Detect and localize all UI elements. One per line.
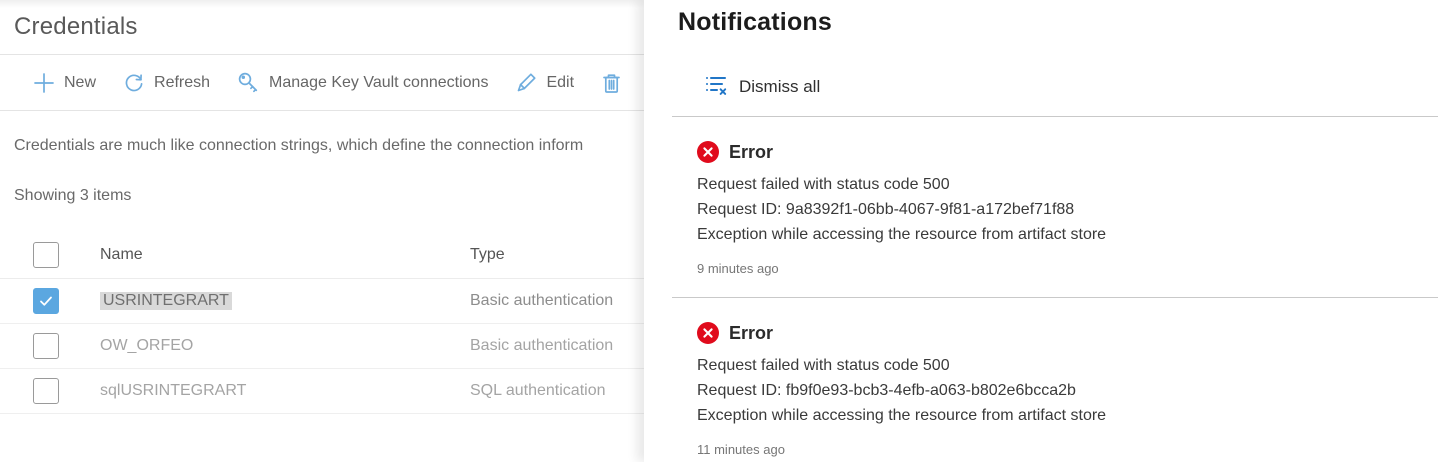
notification-line: Request ID: fb9f0e93-bcb3-4efb-a063-b802… <box>697 382 1076 399</box>
notifications-panel: Notifications Dismiss all Error Request … <box>644 0 1438 462</box>
notification-line: Request ID: 9a8392f1-06bb-4067-9f81-a172… <box>697 201 1075 218</box>
row-checkbox[interactable] <box>33 288 59 314</box>
edit-button[interactable]: Edit <box>515 72 574 94</box>
credential-name: USRINTEGRART <box>100 292 470 310</box>
new-button-label: New <box>64 73 97 91</box>
notification-line: Exception while accessing the resource f… <box>697 407 1107 424</box>
notification-timestamp: 9 minutes ago <box>697 261 779 276</box>
screen: Credentials New Refresh Manage Key Vault… <box>0 0 1438 462</box>
items-count-text: Showing 3 items <box>14 187 132 204</box>
credential-type: SQL authentication <box>470 382 606 399</box>
dismiss-all-icon <box>705 73 728 101</box>
notification-line: Request failed with status code 500 <box>697 176 950 193</box>
delete-button[interactable] <box>601 72 622 94</box>
key-icon <box>237 71 260 94</box>
plus-icon <box>33 72 55 94</box>
notifications-title: Notifications <box>678 8 832 36</box>
manage-key-vault-button[interactable]: Manage Key Vault connections <box>237 71 488 94</box>
new-button[interactable]: New <box>33 72 96 94</box>
notification-item: Error Request failed with status code 50… <box>644 298 1438 457</box>
pencil-icon <box>515 72 537 94</box>
notification-severity: Error <box>729 322 774 343</box>
notification-timestamp: 11 minutes ago <box>697 442 785 457</box>
table-row[interactable]: USRINTEGRART Basic authentication <box>0 279 645 324</box>
credential-type: Basic authentication <box>470 292 614 309</box>
notification-body: Request failed with status code 500 Requ… <box>697 353 1418 428</box>
error-icon <box>697 322 719 344</box>
dismiss-all-label: Dismiss all <box>739 77 821 96</box>
notification-body: Request failed with status code 500 Requ… <box>697 172 1418 247</box>
refresh-icon <box>123 72 145 94</box>
notification-item: Error Request failed with status code 50… <box>644 117 1438 276</box>
select-all-checkbox[interactable] <box>33 242 59 268</box>
credentials-panel: Credentials New Refresh Manage Key Vault… <box>0 0 645 462</box>
column-header-name: Name <box>100 246 143 263</box>
manage-key-vault-label: Manage Key Vault connections <box>269 73 489 91</box>
dismiss-all-button[interactable]: Dismiss all <box>705 73 1438 101</box>
credentials-toolbar: New Refresh Manage Key Vault connections… <box>0 55 645 111</box>
credential-type: Basic authentication <box>470 337 614 354</box>
notification-line: Exception while accessing the resource f… <box>697 226 1107 243</box>
credential-name: OW_ORFEO <box>100 337 194 354</box>
row-checkbox[interactable] <box>33 378 59 404</box>
credentials-table: Name Type USRINTEGRART Basic authenticat… <box>0 232 645 414</box>
error-icon <box>697 141 719 163</box>
edit-button-label: Edit <box>546 73 575 91</box>
table-header-row: Name Type <box>0 232 645 279</box>
row-checkbox[interactable] <box>33 333 59 359</box>
table-row[interactable]: OW_ORFEO Basic authentication <box>0 324 645 369</box>
notification-severity: Error <box>729 141 774 162</box>
refresh-button-label: Refresh <box>154 73 211 91</box>
table-row[interactable]: sqlUSRINTEGRART SQL authentication <box>0 369 645 414</box>
credential-name: sqlUSRINTEGRART <box>100 382 247 399</box>
credentials-description: Credentials are much like connection str… <box>14 137 584 154</box>
credential-name-highlighted: USRINTEGRART <box>100 292 232 310</box>
trash-icon <box>601 72 622 94</box>
refresh-button[interactable]: Refresh <box>123 72 210 94</box>
notification-line: Request failed with status code 500 <box>697 357 950 374</box>
page-title: Credentials <box>14 13 138 40</box>
credentials-header: Credentials <box>0 0 645 55</box>
check-icon <box>40 296 52 306</box>
column-header-type: Type <box>470 246 505 263</box>
